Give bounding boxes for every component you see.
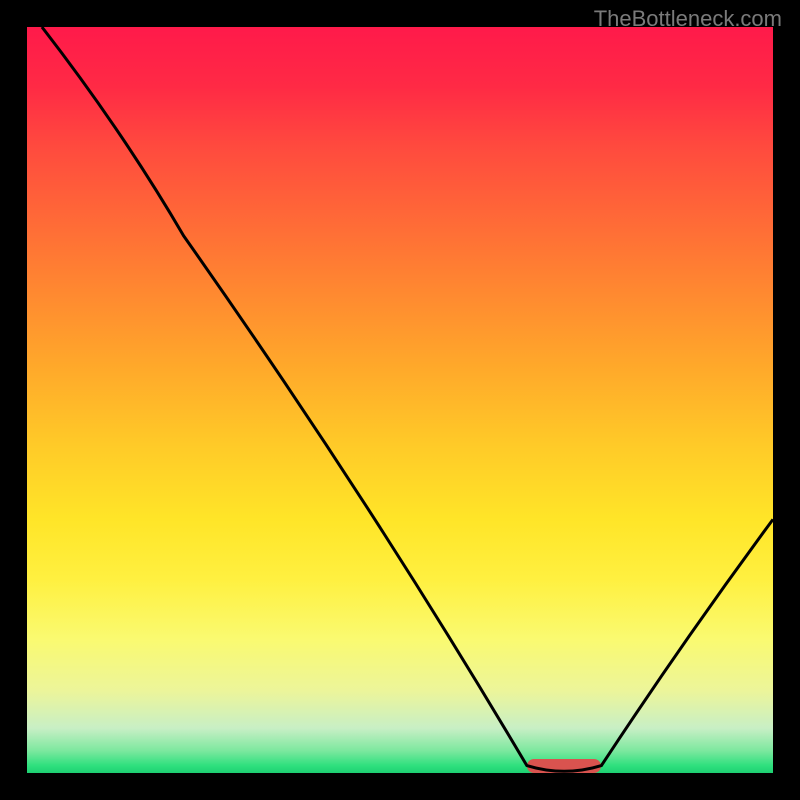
minimum-marker: [527, 759, 602, 773]
watermark-text: TheBottleneck.com: [594, 6, 782, 32]
gradient-plot-area: [27, 27, 773, 773]
